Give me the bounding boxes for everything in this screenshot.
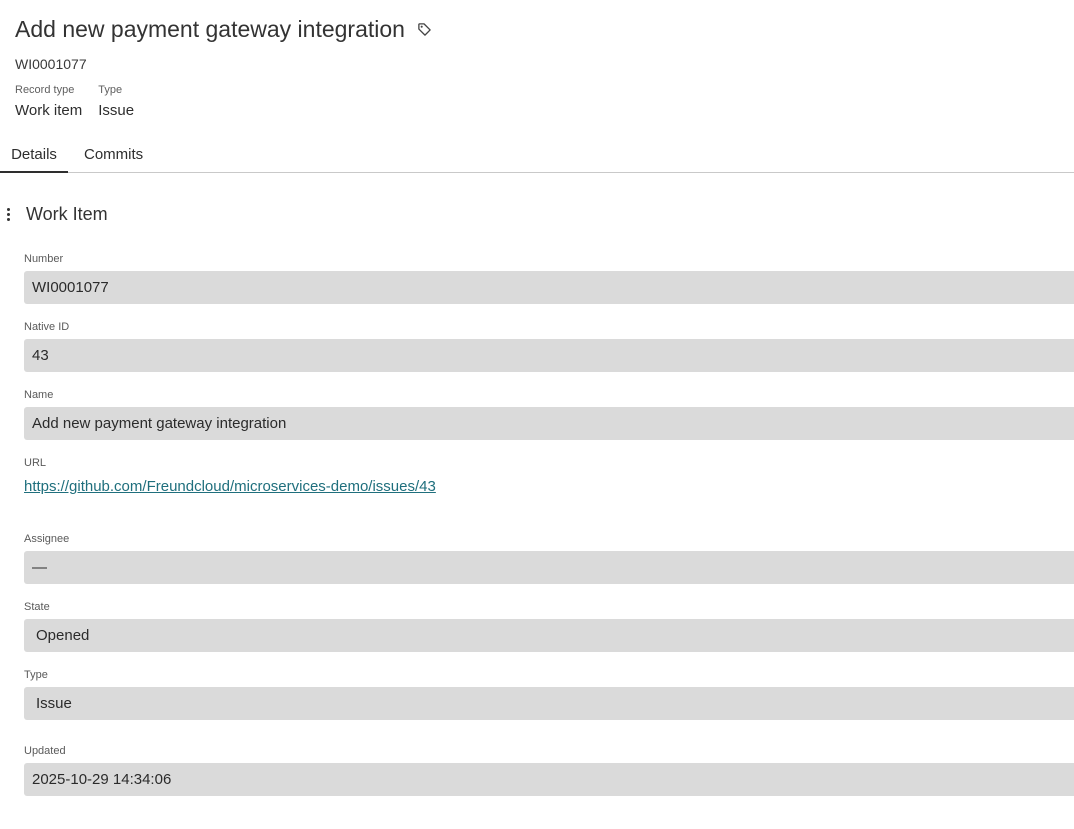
field-label: State <box>24 601 50 613</box>
url-link[interactable]: https://github.com/Freundcloud/microserv… <box>24 476 436 498</box>
tab-bar: Details Commits <box>0 138 1074 173</box>
title-row: Add new payment gateway integration <box>15 12 1074 46</box>
more-vertical-icon[interactable] <box>4 206 12 222</box>
tag-icon[interactable] <box>417 21 433 37</box>
type-select[interactable]: Issue <box>24 687 1074 720</box>
field-name: Name Add new payment gateway integration <box>24 388 1074 440</box>
field-label: Type <box>24 669 48 681</box>
field-url: URL https://github.com/Freundcloud/micro… <box>24 456 1074 498</box>
tab-details[interactable]: Details <box>0 138 68 173</box>
field-state: State Opened <box>24 600 1074 652</box>
field-label: Assignee <box>24 533 70 545</box>
name-field[interactable]: Add new payment gateway integration <box>24 407 1074 440</box>
field-assignee: Assignee — <box>24 532 1074 584</box>
field-label: Name <box>24 389 54 401</box>
field-label: URL <box>24 457 47 469</box>
field-label: Native ID <box>24 321 70 333</box>
meta-label: Type <box>98 84 123 96</box>
field-number: Number WI0001077 <box>24 252 1074 304</box>
number-field[interactable]: WI0001077 <box>24 271 1074 304</box>
field-label: Updated <box>24 745 66 757</box>
page-title: Add new payment gateway integration <box>15 15 405 42</box>
record-meta: Record type Work item Type Issue <box>15 83 134 119</box>
field-native-id: Native ID 43 <box>24 320 1074 372</box>
meta-value: Work item <box>15 102 83 119</box>
field-label: Number <box>24 253 64 265</box>
meta-label: Record type <box>15 84 75 96</box>
tab-commits[interactable]: Commits <box>84 138 146 172</box>
field-type: Type Issue <box>24 668 1074 720</box>
field-updated: Updated 2025-10-29 14:34:06 <box>24 744 1074 796</box>
state-select[interactable]: Opened <box>24 619 1074 652</box>
meta-value: Issue <box>98 102 135 119</box>
native-id-field[interactable]: 43 <box>24 339 1074 372</box>
assignee-field[interactable]: — <box>24 551 1074 584</box>
record-header: Add new payment gateway integration WI00… <box>15 12 1074 119</box>
record-number: WI0001077 <box>15 56 87 72</box>
meta-record-type: Record type Work item <box>15 83 82 119</box>
section-title: Work Item <box>26 204 108 224</box>
updated-field[interactable]: 2025-10-29 14:34:06 <box>24 763 1074 796</box>
meta-type: Type Issue <box>98 83 134 119</box>
